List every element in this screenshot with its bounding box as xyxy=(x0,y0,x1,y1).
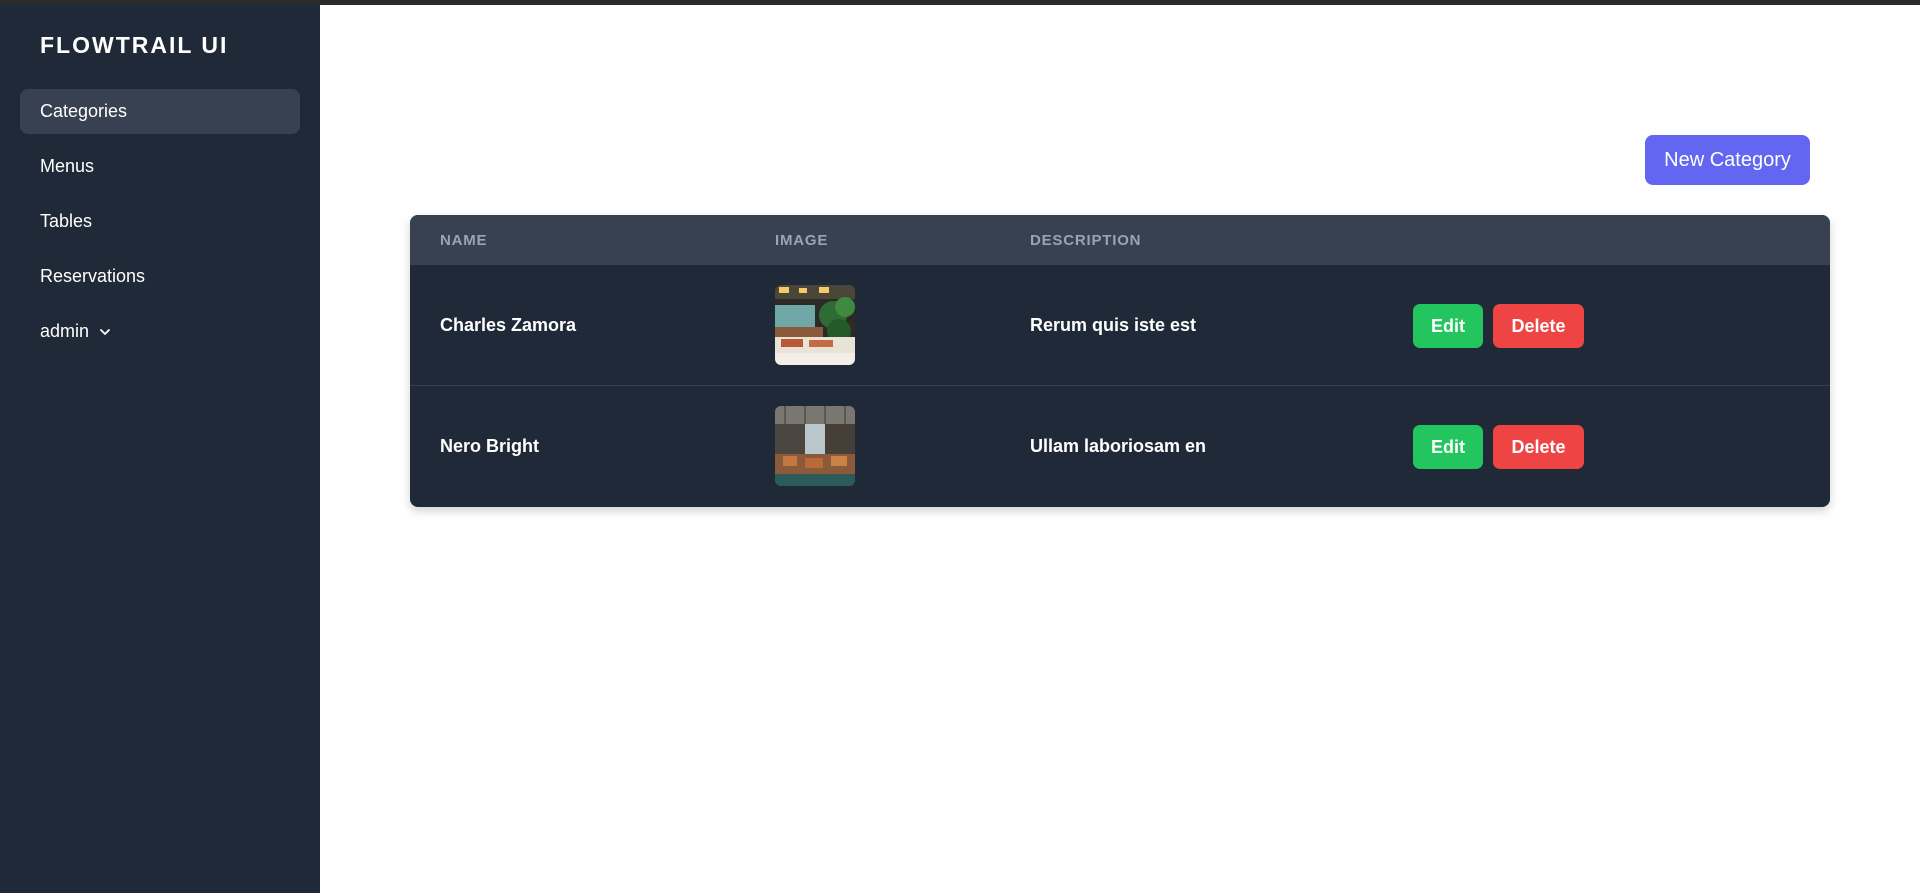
sidebar-item-label: Tables xyxy=(40,211,93,231)
category-description: Rerum quis iste est xyxy=(1030,315,1197,335)
main-content: New Category NAME IMAGE DESCRIPTION Char… xyxy=(320,5,1920,893)
new-category-button[interactable]: New Category xyxy=(1645,135,1810,185)
table-row: Charles Zamora Rerum quis iste est Edit … xyxy=(410,264,1830,385)
user-menu-admin[interactable]: admin xyxy=(20,309,300,354)
sidebar-nav: Categories Menus Tables Reservations adm… xyxy=(20,89,300,364)
sidebar-item-label: Menus xyxy=(40,156,95,176)
sidebar-item-categories[interactable]: Categories xyxy=(20,89,300,134)
delete-button[interactable]: Delete xyxy=(1493,304,1584,348)
edit-button[interactable]: Edit xyxy=(1413,304,1483,348)
user-menu-label: admin xyxy=(40,321,90,341)
sidebar-item-reservations[interactable]: Reservations xyxy=(20,254,300,299)
category-image-thumbnail xyxy=(775,285,855,365)
categories-table: NAME IMAGE DESCRIPTION Charles Zamora Re… xyxy=(410,215,1830,507)
category-description: Ullam laboriosam en xyxy=(1030,436,1207,456)
column-header-image: IMAGE xyxy=(775,232,829,249)
sidebar-item-tables[interactable]: Tables xyxy=(20,199,300,244)
app-brand: FLOWTRAIL UI xyxy=(40,32,229,58)
sidebar: FLOWTRAIL UI Categories Menus Tables Res… xyxy=(0,5,320,893)
category-image-thumbnail xyxy=(775,406,855,486)
delete-button[interactable]: Delete xyxy=(1493,425,1584,469)
edit-button[interactable]: Edit xyxy=(1413,425,1483,469)
sidebar-item-label: Reservations xyxy=(40,266,146,286)
window-top-border xyxy=(0,0,1920,5)
category-name: Nero Bright xyxy=(440,436,539,456)
column-header-description: DESCRIPTION xyxy=(1030,232,1142,249)
sidebar-item-label: Categories xyxy=(40,101,128,121)
sidebar-item-menus[interactable]: Menus xyxy=(20,144,300,189)
column-header-name: NAME xyxy=(440,232,488,249)
table-header: NAME IMAGE DESCRIPTION xyxy=(410,215,1830,264)
table-row: Nero Bright Ullam laboriosam en Edit Del… xyxy=(410,385,1830,506)
chevron-down-icon xyxy=(99,328,111,336)
category-name: Charles Zamora xyxy=(440,315,577,335)
